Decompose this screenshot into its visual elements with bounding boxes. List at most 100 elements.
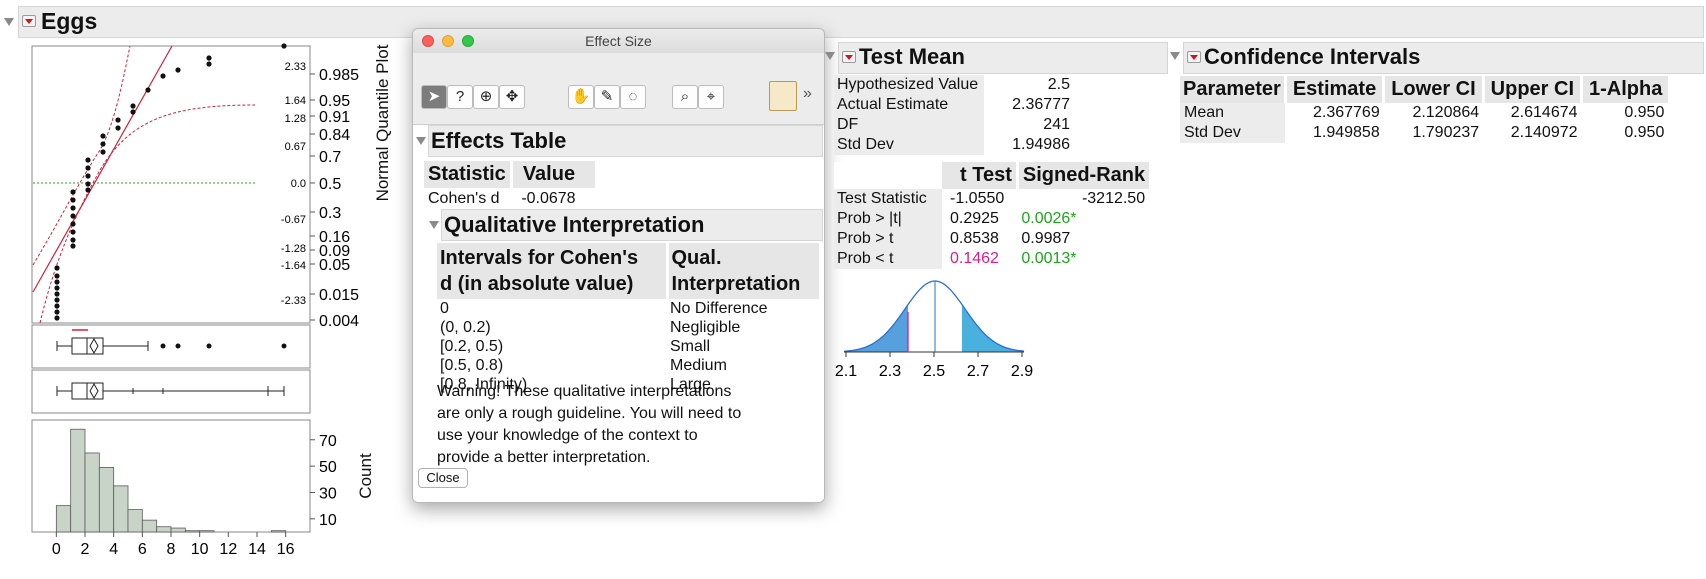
quantile-tick-label: 1.64: [285, 95, 306, 107]
zoom-window-icon[interactable]: [462, 35, 474, 47]
help-tool-icon[interactable]: ?: [447, 85, 473, 109]
ci-value-cell: 2.120864: [1412, 104, 1480, 121]
ci-header-upper: Upper CI: [1481, 76, 1582, 103]
test-mean-summary: Hypothesized Value 2.5 Actual Estimate 2.36…: [834, 75, 1074, 155]
curve-tick-label: 2.7: [967, 363, 989, 380]
quantile-tick-label: 0.67: [285, 141, 306, 153]
histogram-bar: [141, 519, 158, 533]
script-icon[interactable]: [769, 81, 797, 111]
probability-tick-label: 0.05: [319, 257, 350, 274]
quantile-plot-frame: [31, 45, 311, 324]
brush-tool-icon[interactable]: ✎: [594, 85, 620, 109]
quantile-point: [54, 297, 60, 303]
ci-value-cell: 2.614674: [1510, 104, 1578, 121]
summary-value: 241: [1043, 116, 1070, 133]
probability-tick-label: 0.95: [319, 93, 350, 110]
t-distribution-curve: 2.1 2.3 2.5 2.7 2.9: [835, 280, 1033, 380]
ci-disclosure-icon[interactable]: [1170, 52, 1180, 60]
probability-tick-label: 0.3: [319, 205, 341, 222]
test-mean-disclosure-icon[interactable]: [825, 52, 835, 60]
eggs-red-triangle-menu-icon[interactable]: [22, 15, 36, 27]
crosshair-tool-icon[interactable]: ✥: [499, 85, 525, 109]
dialog-toolbar: ➤ ? ⊕ ✥ ✋ ✎ ◌ ⌕ ⌖ »: [413, 53, 824, 125]
magnifier-tool-icon[interactable]: ⌕: [672, 85, 698, 109]
quantile-point: [85, 181, 91, 187]
probability-tick-label: 0.7: [319, 149, 341, 166]
arrow-tool-icon[interactable]: ➤: [421, 85, 447, 109]
quantile-point: [54, 285, 60, 291]
x-tick-label: 2: [81, 541, 90, 558]
ci-value-cell: 1.790237: [1412, 124, 1480, 141]
summary-label: DF: [834, 115, 984, 135]
quantile-point: [70, 243, 76, 249]
effects-header-statistic: Statistic: [424, 161, 512, 188]
qual-label-cell: Negligible: [670, 319, 741, 336]
summary-label: Std Dev: [834, 135, 984, 155]
quantile-tick-label: -2.33: [281, 295, 306, 307]
histogram-bar: [199, 530, 215, 533]
lower-tail-fill: [844, 304, 908, 352]
close-button[interactable]: Close: [418, 468, 468, 488]
quantile-point: [54, 279, 60, 285]
signed-rank-value: 0.9987: [1021, 230, 1071, 247]
effects-table-title: Effects Table: [428, 125, 823, 157]
qual-row: 0 No Difference: [437, 299, 819, 318]
curve-tick-label: 2.1: [835, 363, 857, 380]
minimize-window-icon[interactable]: [442, 35, 454, 47]
ci-title-bar: Confidence Intervals: [1183, 42, 1704, 74]
effects-value-cell: -0.0678: [521, 190, 576, 207]
test-mean-title-bar: Test Mean: [838, 42, 1168, 74]
x-tick-label: 16: [277, 541, 295, 558]
eggs-disclosure-icon[interactable]: [4, 18, 14, 26]
quantile-point: [100, 141, 106, 147]
summary-row: Hypothesized Value 2.5: [834, 75, 1074, 95]
quantile-point: [85, 187, 91, 193]
qualitative-title: Qualitative Interpretation: [441, 209, 823, 241]
ci-value-cell: 2.140972: [1510, 124, 1578, 141]
quantile-tick-label: -1.28: [281, 243, 306, 255]
quantile-point: [70, 197, 76, 203]
ci-value-cell: 0.950: [1624, 104, 1665, 121]
overflow-chevron-icon[interactable]: »: [803, 85, 812, 103]
qualitative-disclosure-icon[interactable]: [429, 221, 439, 229]
effects-table-disclosure-icon[interactable]: [416, 137, 426, 145]
quantile-point: [281, 43, 287, 49]
ci-red-triangle-menu-icon[interactable]: [1187, 51, 1201, 63]
result-label: Prob > t: [834, 229, 942, 249]
close-window-icon[interactable]: [422, 35, 434, 47]
test-mean-red-triangle-menu-icon[interactable]: [842, 51, 856, 63]
probability-tick-label: 0.015: [319, 287, 359, 304]
results-header-signed-rank: Signed-Rank: [1015, 162, 1150, 189]
result-row: Prob < t 0.1462 0.0013*: [834, 249, 1149, 269]
qual-interval-cell: [0.2, 0.5): [440, 338, 504, 355]
grabber-tool-icon[interactable]: ✋: [568, 85, 594, 109]
probability-tick-label: 0.985: [319, 67, 359, 84]
results-header-t-test: t Test: [960, 164, 1012, 186]
ci-value-cell: 0.950: [1624, 124, 1665, 141]
histogram-bar: [113, 485, 129, 533]
summary-row: Actual Estimate 2.36777: [834, 95, 1074, 115]
curve-tick-label: 2.5: [923, 363, 945, 380]
lasso-tool-icon[interactable]: ◌: [620, 85, 646, 109]
summary-value: 2.5: [1047, 76, 1070, 93]
histogram-bar: [55, 505, 72, 533]
quantile-point: [130, 103, 136, 109]
selection-tool-icon[interactable]: ⊕: [473, 85, 499, 109]
count-tick-label: 10: [319, 512, 337, 529]
quantile-point: [85, 157, 91, 163]
probability-tick-label: 0.84: [319, 127, 350, 144]
quantile-tick-label: 0.0: [291, 178, 306, 190]
quantile-point: [54, 315, 60, 321]
histogram-bar: [127, 509, 143, 533]
crosshair-scale-tool-icon[interactable]: ⌖: [698, 85, 724, 109]
ci-header-parameter: Parameter: [1183, 78, 1281, 100]
summary-label: Actual Estimate: [834, 95, 984, 115]
histogram-bar: [98, 467, 115, 533]
ci-row: Std Dev 1.949858 1.790237 2.140972 0.950: [1180, 123, 1668, 143]
probability-tick-label: 0.004: [319, 313, 359, 330]
qual-interval-cell: [0.5, 0.8): [440, 357, 504, 374]
qual-label-cell: Small: [670, 338, 711, 355]
probability-tick-label: 0.91: [319, 109, 350, 126]
effects-header-value: Value: [509, 161, 596, 188]
count-tick-label: 70: [319, 433, 337, 450]
